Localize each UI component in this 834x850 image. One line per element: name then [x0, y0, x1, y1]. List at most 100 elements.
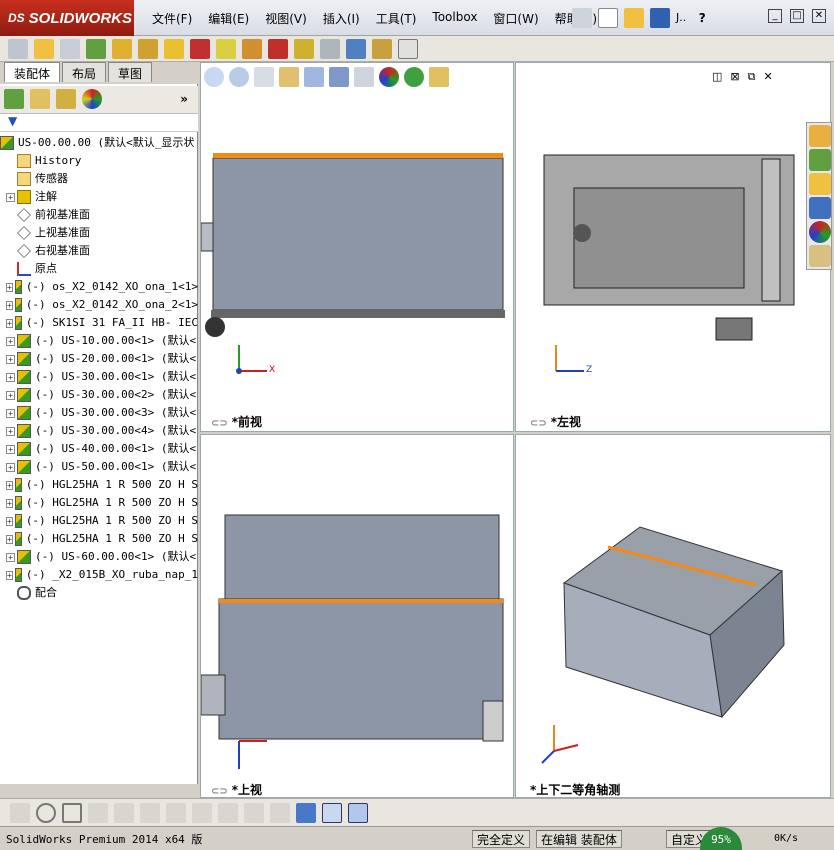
tree-row[interactable]: + (-) US-30.00.00<1> (默认<	[0, 368, 198, 386]
component-icon[interactable]	[8, 39, 28, 59]
filter-icon[interactable]: ▼	[0, 114, 17, 128]
tree-row[interactable]: + (-) US-10.00.00<1> (默认<	[0, 332, 198, 350]
menu-tools[interactable]: 工具(T)	[368, 8, 425, 28]
view-palette-icon[interactable]	[809, 197, 831, 219]
restore-view-icon[interactable]: ⧉	[748, 70, 756, 84]
edit-appearance-icon[interactable]	[379, 67, 399, 87]
corner-icon[interactable]	[192, 803, 212, 823]
link-views-icon[interactable]: ⊠	[730, 70, 739, 84]
feature-tree-icon[interactable]	[4, 89, 24, 109]
menu-window[interactable]: 窗口(W)	[485, 8, 546, 28]
open-folder-icon[interactable]	[624, 8, 644, 28]
angle-icon[interactable]	[270, 803, 290, 823]
tree-filter[interactable]: ▼	[0, 114, 198, 132]
custom-properties-icon[interactable]	[809, 245, 831, 267]
tree-row[interactable]: 右视基准面	[0, 242, 198, 260]
configuration-manager-icon[interactable]	[56, 89, 76, 109]
close-view-icon[interactable]: ✕	[763, 70, 772, 84]
expand-toggle-icon[interactable]: +	[6, 408, 15, 418]
menu-insert[interactable]: 插入(I)	[315, 8, 368, 28]
expand-toggle-icon[interactable]: +	[6, 462, 15, 472]
bom-icon[interactable]	[294, 39, 314, 59]
viewport-top[interactable]: ⊂⊃ *上视	[200, 434, 514, 798]
tree-row[interactable]: + (-) US-20.00.00<1> (默认<	[0, 350, 198, 368]
menu-toolbox[interactable]: Toolbox	[424, 8, 485, 28]
apply-scene-icon[interactable]	[404, 67, 424, 87]
expand-toggle-icon[interactable]: +	[6, 444, 15, 454]
view-orientation-icon[interactable]	[304, 67, 324, 87]
dimension-icon[interactable]	[218, 803, 238, 823]
expand-toggle-icon[interactable]: +	[6, 354, 15, 364]
tree-row[interactable]: + (-) US-30.00.00<3> (默认<	[0, 404, 198, 422]
expand-toggle-icon[interactable]: +	[6, 390, 15, 400]
home-icon[interactable]	[809, 125, 831, 147]
magnet-icon[interactable]	[190, 39, 210, 59]
polygon-icon[interactable]	[62, 803, 82, 823]
minimize-button[interactable]: _	[768, 9, 782, 23]
tree-row[interactable]: + (-) HGL25HA 1 R 500 ZO H S	[0, 476, 198, 494]
tree-row[interactable]: + (-) HGL25HA 1 R 500 ZO H S	[0, 530, 198, 548]
expand-toggle-icon[interactable]: +	[6, 570, 13, 580]
expand-toggle-icon[interactable]: +	[6, 480, 13, 490]
tree-row[interactable]: 原点	[0, 260, 198, 278]
split-view-icon[interactable]: ◫	[712, 70, 722, 84]
line-icon[interactable]	[114, 803, 134, 823]
tree-row[interactable]: + (-) _X2_015B_XO_ruba_nap_1	[0, 566, 198, 584]
tree-row[interactable]: History	[0, 152, 198, 170]
exploded-view-icon[interactable]	[268, 39, 288, 59]
display-style-icon[interactable]	[329, 67, 349, 87]
zoom-to-fit-icon[interactable]	[204, 67, 224, 87]
pin-icon[interactable]	[572, 8, 592, 28]
menu-view[interactable]: 视图(V)	[257, 8, 315, 28]
expand-toggle-icon[interactable]: +	[6, 336, 15, 346]
design-library-icon[interactable]	[809, 149, 831, 171]
file-explorer-icon[interactable]	[809, 173, 831, 195]
expand-toggle-icon[interactable]: +	[6, 498, 13, 508]
sketch-icon[interactable]	[398, 39, 418, 59]
expand-toggle-icon[interactable]: +	[6, 552, 15, 562]
paperclip-icon[interactable]	[60, 39, 80, 59]
property-manager-icon[interactable]	[30, 89, 50, 109]
tree-row[interactable]: + (-) US-40.00.00<1> (默认<	[0, 440, 198, 458]
expand-toggle-icon[interactable]: +	[6, 534, 13, 544]
new-document-icon[interactable]	[598, 8, 618, 28]
tab-sketch[interactable]: 草图	[108, 62, 153, 82]
circle-icon[interactable]	[36, 803, 56, 823]
tree-root[interactable]: US-00.00.00 (默认<默认_显示状	[0, 134, 198, 152]
expand-toggle-icon[interactable]: +	[6, 318, 13, 328]
section-view-icon[interactable]	[279, 67, 299, 87]
expand-panel-icon[interactable]: »	[180, 89, 188, 109]
tree-row[interactable]: + (-) US-60.00.00<1> (默认<	[0, 548, 198, 566]
expand-toggle-icon[interactable]: +	[6, 372, 15, 382]
expand-toggle-icon[interactable]: +	[6, 300, 13, 310]
tree-row[interactable]: 前视基准面	[0, 206, 198, 224]
trim-icon[interactable]	[88, 803, 108, 823]
measure-icon[interactable]	[346, 39, 366, 59]
close-button[interactable]: ✕	[812, 9, 826, 23]
menu-file[interactable]: 文件(F)	[144, 8, 200, 28]
options-gear-icon[interactable]	[242, 39, 262, 59]
zoom-to-area-icon[interactable]	[229, 67, 249, 87]
mate-icon[interactable]	[86, 39, 106, 59]
help-icon[interactable]: ?	[692, 8, 712, 28]
menu-edit[interactable]: 编辑(E)	[200, 8, 257, 28]
expand-toggle-icon[interactable]: +	[6, 516, 13, 526]
viewport-left[interactable]: Z ⊂⊃ *左视	[515, 62, 831, 432]
tab-layout[interactable]: 布局	[62, 62, 107, 82]
mirror-icon[interactable]	[140, 803, 160, 823]
tab-assembly[interactable]: 装配体	[4, 62, 61, 82]
expand-toggle-icon[interactable]: +	[6, 426, 15, 436]
tree-row[interactable]: + (-) HGL25HA 1 R 500 ZO H S	[0, 512, 198, 530]
offset-icon[interactable]	[166, 803, 186, 823]
grid-icon[interactable]	[244, 803, 264, 823]
insert-component-icon[interactable]	[34, 39, 54, 59]
viewport-front[interactable]: X ⊂⊃ *前视	[200, 62, 514, 432]
expand-toggle-icon[interactable]: +	[6, 282, 13, 292]
tree-row[interactable]: + (-) os_X2_0142_XO_ona_2<1>	[0, 296, 198, 314]
pattern-icon[interactable]	[112, 39, 132, 59]
expand-toggle-icon[interactable]: +	[6, 192, 15, 202]
hide-show-items-icon[interactable]	[354, 67, 374, 87]
reference-geometry-icon[interactable]	[216, 39, 236, 59]
move-component-icon[interactable]	[164, 39, 184, 59]
display-manager-icon[interactable]	[82, 89, 102, 109]
